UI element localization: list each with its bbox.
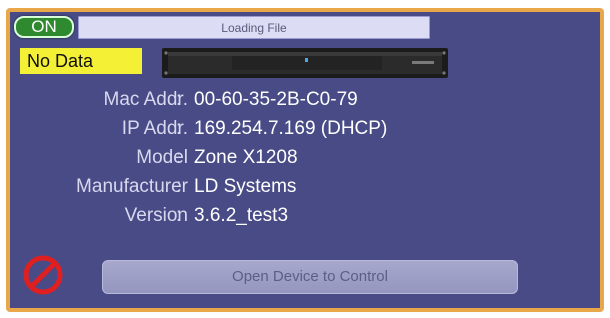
device-panel: ON Loading File No Data Mac Addr. : 00-6… [6,8,604,312]
ip-address-colon: : [176,118,182,139]
model-value: Zone X1208 [194,147,298,168]
loading-progress-bar: Loading File [78,16,430,39]
info-row-model: Model : Zone X1208 [10,146,600,170]
info-row-ip: IP Addr. : 169.254.7.169 (DHCP) [10,117,600,141]
ip-address-value: 169.254.7.169 (DHCP) [194,118,388,139]
manufacturer-label: Manufacturer [76,176,188,197]
info-row-version: Version : 3.6.2_test3 [10,204,600,228]
version-colon: : [176,205,182,226]
manufacturer-value: LD Systems [194,176,297,197]
model-colon: : [176,147,182,168]
info-row-mac: Mac Addr. : 00-60-35-2B-C0-79 [10,88,600,112]
no-entry-icon [23,255,63,295]
info-row-manufacturer: Manufacturer : LD Systems [10,175,600,199]
version-value: 3.6.2_test3 [194,205,289,226]
on-status-badge[interactable]: ON [14,16,74,38]
open-device-button[interactable]: Open Device to Control [102,260,518,294]
no-data-badge: No Data [20,48,142,74]
loading-status-text: Loading File [221,21,287,35]
manufacturer-colon: : [176,176,182,197]
device-rack-image [162,48,448,78]
mac-address-colon: : [176,89,182,110]
mac-address-value: 00-60-35-2B-C0-79 [194,89,358,110]
